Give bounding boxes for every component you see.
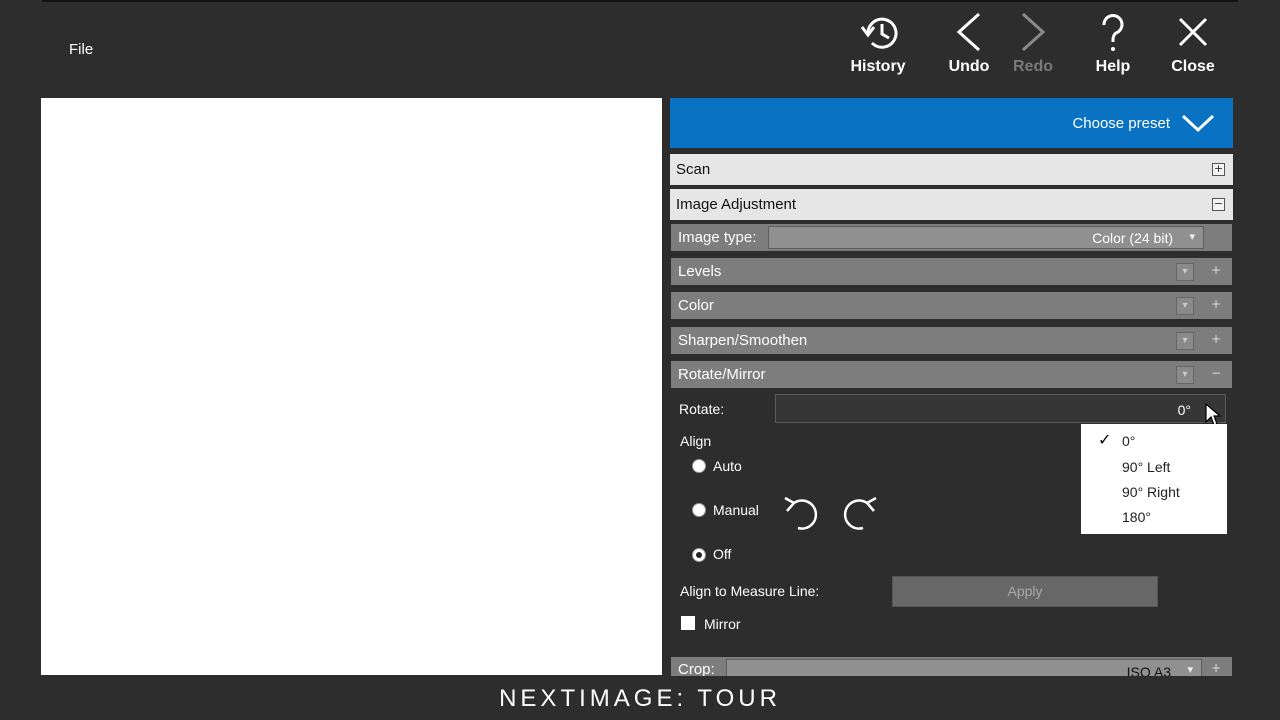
collapse-icon[interactable]: − — [1211, 367, 1221, 379]
chevron-down-icon — [1181, 114, 1215, 133]
undo-icon — [956, 12, 981, 52]
levels-label: Levels — [678, 263, 722, 280]
rotate-right-icon[interactable] — [840, 493, 880, 533]
chevron-down-icon[interactable]: ▾ — [1176, 366, 1194, 384]
expand-icon[interactable]: + — [1211, 333, 1221, 345]
levels-row[interactable]: Levels ▾ + — [671, 258, 1232, 285]
redo-icon — [1021, 12, 1046, 52]
choose-preset-bar[interactable]: Choose preset — [670, 98, 1233, 148]
chevron-down-icon[interactable]: ▾ — [1176, 297, 1194, 315]
image-adjustment-title: Image Adjustment — [676, 196, 797, 213]
align-off-radio[interactable] — [692, 548, 706, 562]
apply-button[interactable]: Apply — [892, 576, 1158, 607]
choose-preset-label: Choose preset — [1072, 115, 1170, 132]
rotate-label: Rotate: — [679, 401, 725, 417]
image-type-row: Image type: Color (24 bit) ▾ — [671, 224, 1232, 251]
help-label: Help — [1095, 58, 1131, 75]
crop-value: ISO A3 — [1126, 664, 1171, 676]
image-type-value: Color (24 bit) — [1092, 230, 1173, 246]
image-type-select[interactable]: Color (24 bit) ▾ — [768, 226, 1204, 249]
align-label: Align — [680, 433, 712, 449]
crop-row: Crop: ISO A3 ▾ + — [671, 657, 1232, 676]
image-adjustment-section-header[interactable]: Image Adjustment − — [670, 189, 1233, 220]
color-label: Color — [678, 297, 714, 314]
align-auto-radio[interactable] — [692, 459, 706, 473]
sharpen-smoothen-row[interactable]: Sharpen/Smoothen ▾ + — [671, 327, 1232, 354]
chevron-down-icon[interactable]: ▾ — [1176, 332, 1194, 350]
dropdown-arrow-icon: ▾ — [1187, 664, 1193, 676]
align-manual-label: Manual — [713, 502, 759, 518]
color-row[interactable]: Color ▾ + — [671, 292, 1232, 319]
crop-select[interactable]: ISO A3 ▾ — [726, 659, 1202, 676]
rotate-left-icon[interactable] — [781, 493, 821, 533]
rotate-option-90-left[interactable]: 90° Left — [1122, 459, 1170, 475]
align-auto-label: Auto — [713, 458, 742, 474]
image-preview[interactable] — [41, 98, 662, 675]
top-divider — [42, 0, 1238, 2]
collapse-icon[interactable]: − — [1212, 198, 1225, 211]
align-off-label: Off — [713, 546, 732, 562]
expand-icon[interactable]: + — [1211, 662, 1221, 674]
rotate-mirror-row[interactable]: Rotate/Mirror ▾ − — [671, 361, 1232, 388]
rotate-value: 0° — [1177, 402, 1191, 418]
sharpen-smoothen-label: Sharpen/Smoothen — [678, 332, 808, 349]
close-button[interactable]: Close — [1153, 12, 1233, 75]
chevron-down-icon[interactable]: ▾ — [1176, 263, 1194, 281]
rotate-option-180[interactable]: 180° — [1122, 509, 1151, 525]
rotate-select[interactable]: 0° — [775, 394, 1226, 423]
mirror-label: Mirror — [704, 616, 741, 632]
redo-button[interactable]: Redo — [993, 12, 1073, 75]
help-button[interactable]: Help — [1073, 12, 1153, 75]
image-type-label: Image type: — [678, 229, 757, 246]
expand-icon[interactable]: + — [1212, 163, 1225, 176]
redo-label: Redo — [1013, 58, 1053, 75]
rotate-option-0[interactable]: 0° — [1122, 433, 1135, 449]
help-icon — [1102, 14, 1124, 51]
scan-section-title: Scan — [676, 161, 711, 178]
video-caption: NEXTIMAGE: TOUR — [499, 685, 781, 712]
rotate-mirror-label: Rotate/Mirror — [678, 366, 766, 383]
rotate-dropdown-menu: ✓ 0° 90° Left 90° Right 180° — [1081, 424, 1227, 534]
check-icon: ✓ — [1098, 432, 1112, 449]
close-icon — [1178, 17, 1208, 47]
expand-icon[interactable]: + — [1211, 298, 1221, 310]
align-manual-radio[interactable] — [692, 503, 706, 517]
dropdown-arrow-icon: ▾ — [1189, 231, 1195, 243]
file-menu[interactable]: File — [69, 41, 93, 58]
scan-section-header[interactable]: Scan + — [670, 154, 1233, 185]
measure-line-label: Align to Measure Line: — [680, 583, 820, 599]
history-label: History — [850, 58, 906, 75]
rotate-option-90-right[interactable]: 90° Right — [1122, 484, 1180, 500]
expand-icon[interactable]: + — [1211, 264, 1221, 276]
history-button[interactable]: History — [838, 12, 918, 75]
crop-label: Crop: — [678, 661, 715, 676]
close-label: Close — [1171, 58, 1215, 75]
mirror-checkbox[interactable] — [681, 616, 695, 630]
history-icon — [860, 17, 898, 49]
